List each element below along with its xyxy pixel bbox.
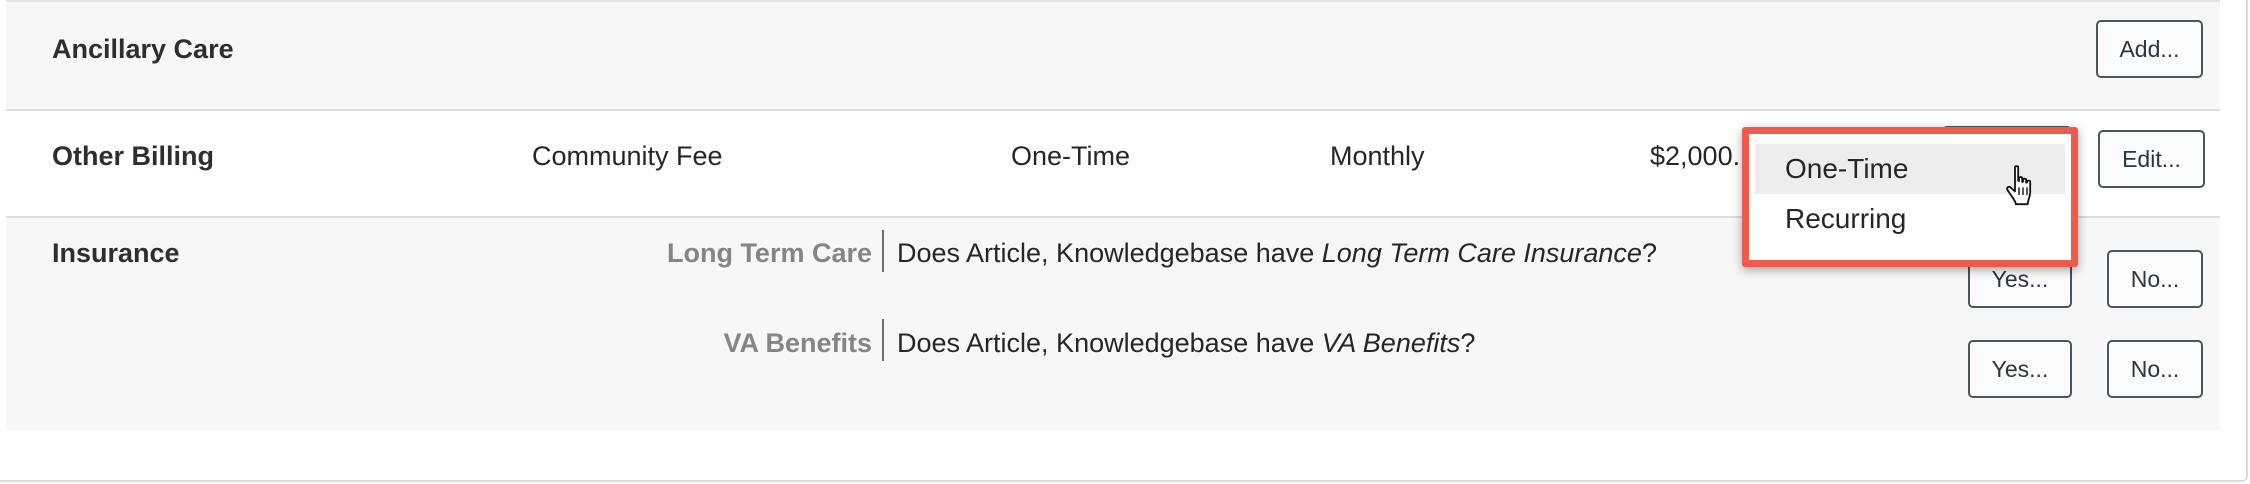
edit-billing-button[interactable]: Edit... (2098, 130, 2205, 188)
divider (882, 230, 884, 272)
billing-panel: Ancillary Care Add... Other Billing Comm… (0, 0, 2248, 482)
other-billing-title: Other Billing (52, 141, 214, 171)
billing-frequency: One-Time (1011, 141, 1131, 171)
no-long-term-care-button[interactable]: No... (2107, 250, 2203, 308)
hand-pointer-icon (2006, 165, 2032, 206)
insurance-label-va-benefits: VA Benefits (723, 328, 872, 358)
divider (882, 319, 884, 361)
insurance-title: Insurance (52, 238, 180, 268)
insurance-question-va-benefits: Does Article, Knowledgebase have VA Bene… (897, 328, 1476, 358)
billing-item-name: Community Fee (532, 141, 723, 171)
add-ancillary-button[interactable]: Add... (2096, 20, 2203, 78)
section-ancillary-care: Ancillary Care Add... (6, 0, 2220, 109)
ancillary-care-title: Ancillary Care (52, 34, 234, 64)
insurance-question-long-term-care: Does Article, Knowledgebase have Long Te… (897, 238, 1657, 268)
yes-va-benefits-button[interactable]: Yes... (1968, 340, 2072, 398)
no-va-benefits-button[interactable]: No... (2107, 340, 2203, 398)
insurance-label-long-term-care: Long Term Care (666, 238, 872, 268)
billing-cycle: Monthly (1330, 141, 1425, 171)
billing-amount: $2,000. (1650, 141, 1741, 171)
